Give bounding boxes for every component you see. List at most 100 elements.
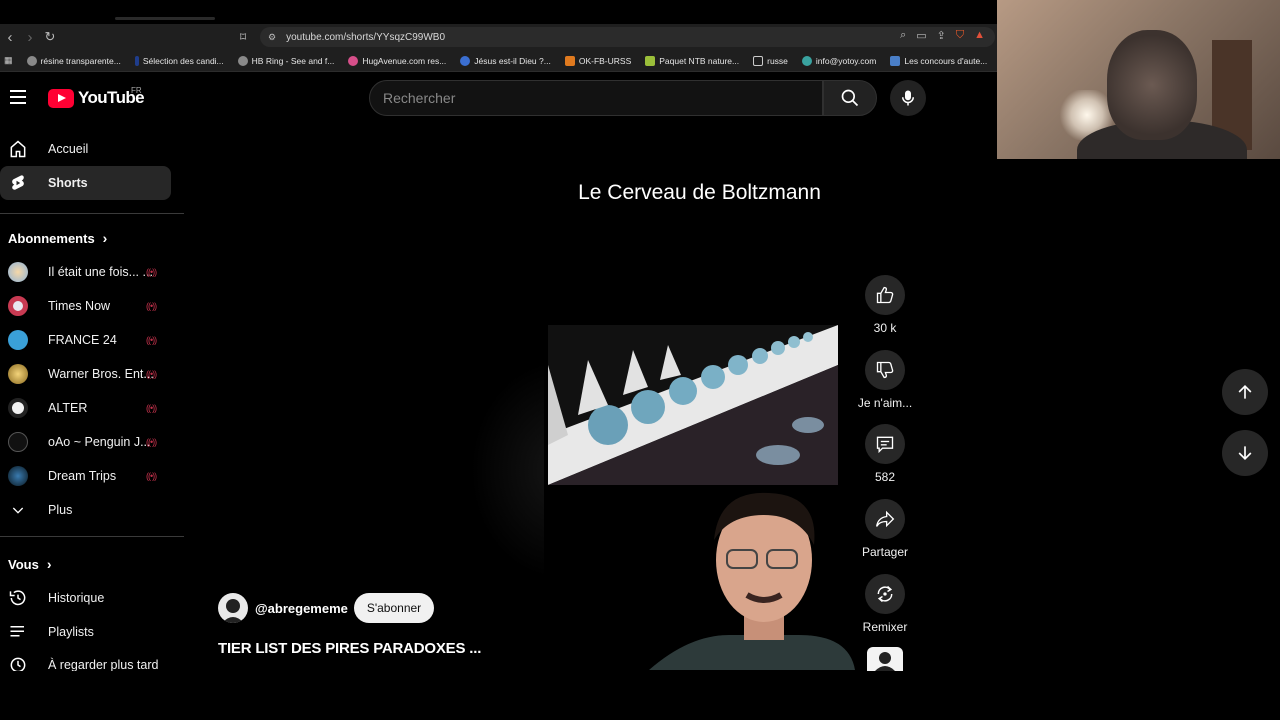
subscription-item[interactable]: Times Now ((•)) xyxy=(0,289,171,323)
sidebar-item-label: Historique xyxy=(48,591,105,605)
live-icon: ((•)) xyxy=(146,403,157,413)
reload-icon[interactable]: ↻ xyxy=(40,29,60,45)
tab-indicator[interactable] xyxy=(115,17,215,20)
boltzmann-brains-image xyxy=(548,325,838,485)
you-heading[interactable]: Vous › xyxy=(8,556,52,572)
share-button[interactable] xyxy=(865,499,905,539)
comments-button[interactable] xyxy=(865,424,905,464)
sidebar-item-label: Playlists xyxy=(48,625,94,639)
sidebar-item-shorts[interactable]: Shorts xyxy=(0,166,171,200)
subscription-label: ALTER xyxy=(48,401,88,415)
voice-search-button[interactable] xyxy=(890,80,926,116)
site-info-icon[interactable]: ⚙ xyxy=(268,32,276,43)
share-icon xyxy=(876,510,895,528)
subscriptions-heading[interactable]: Abonnements › xyxy=(8,230,107,246)
bookmark-favicon-icon xyxy=(801,55,812,66)
arrow-up-icon xyxy=(1238,384,1252,399)
bookmark-item[interactable]: Jésus est-il Dieu ?... xyxy=(460,55,551,66)
youtube-logo[interactable]: YouTube xyxy=(48,88,145,108)
bookmark-label: Paquet NTB nature... xyxy=(659,55,740,66)
sidebar: Accueil Shorts Abonnements › Il était un… xyxy=(0,132,184,673)
channel-avatar xyxy=(8,364,28,384)
remix-label: Remixer xyxy=(862,620,908,634)
bookmark-item[interactable]: russe xyxy=(753,55,788,66)
previous-short-button[interactable] xyxy=(1222,369,1268,415)
bookmark-item[interactable]: OK-FB-URSS xyxy=(564,55,632,66)
audio-track-thumbnail[interactable] xyxy=(867,647,903,671)
zoom-icon[interactable]: ⌕ xyxy=(900,29,906,42)
bookmark-item[interactable]: Paquet NTB nature... xyxy=(645,55,740,66)
subscription-label: Times Now xyxy=(48,299,111,313)
subscription-label: FRANCE 24 xyxy=(48,333,117,347)
brave-shield-icon[interactable]: ⛉ xyxy=(956,29,964,42)
sidebar-item-playlists[interactable]: Playlists xyxy=(0,615,171,649)
subscription-item[interactable]: ALTER ((•)) xyxy=(0,391,171,425)
sidebar-divider xyxy=(0,213,184,214)
video-overlay-title: Le Cerveau de Boltzmann xyxy=(578,181,821,204)
bookmark-label: Sélection des candi... xyxy=(142,55,224,66)
channel-name[interactable]: @abregememe xyxy=(255,601,348,616)
arrow-down-icon xyxy=(1238,446,1252,461)
apps-icon[interactable]: ▦ xyxy=(4,55,13,66)
bookmark-item[interactable]: HB Ring - See and f... xyxy=(237,55,334,66)
subscription-item[interactable]: oAo ~ Penguin J... ((•)) xyxy=(0,425,171,459)
shorts-icon xyxy=(8,173,28,193)
subscription-item[interactable]: Warner Bros. Ent... ((•)) xyxy=(0,357,171,391)
remix-button[interactable] xyxy=(865,574,905,614)
next-short-button[interactable] xyxy=(1222,430,1268,476)
chevron-right-icon: › xyxy=(46,556,52,572)
channel-avatar xyxy=(8,262,28,282)
cast-icon[interactable]: ▭ xyxy=(916,29,926,42)
channel-avatar xyxy=(8,432,28,452)
menu-icon[interactable] xyxy=(10,90,26,104)
share-label: Partager xyxy=(861,545,909,559)
dislike-button[interactable] xyxy=(865,350,905,390)
short-video-player[interactable]: Le Cerveau de Boltzmann xyxy=(544,130,855,670)
bookmark-item[interactable]: résine transparente... xyxy=(26,55,121,66)
sidebar-divider xyxy=(0,536,184,537)
remix-action: Remixer xyxy=(857,574,913,634)
bookmark-label: OK-FB-URSS xyxy=(578,55,632,66)
search-input[interactable] xyxy=(383,90,822,106)
remix-icon xyxy=(877,585,893,603)
sidebar-item-watch-later[interactable]: À regarder plus tard xyxy=(0,649,171,673)
sidebar-item-history[interactable]: Historique xyxy=(0,581,171,615)
subscription-item[interactable]: FRANCE 24 ((•)) xyxy=(0,323,171,357)
like-action: 30 k xyxy=(857,275,913,335)
bookmark-item[interactable]: Sélection des candi... xyxy=(134,55,224,66)
bookmark-label: info@yotoy.com xyxy=(815,55,877,66)
bookmark-label: Les concours d'aute... xyxy=(904,55,988,66)
sidebar-item-home[interactable]: Accueil xyxy=(0,132,171,166)
sidebar-item-label: À regarder plus tard xyxy=(48,658,159,672)
live-icon: ((•)) xyxy=(146,437,157,447)
subscriptions-title: Abonnements xyxy=(8,230,95,246)
bookmark-label: Jésus est-il Dieu ?... xyxy=(474,55,551,66)
brave-rewards-icon[interactable]: ▲ xyxy=(974,29,985,42)
creator-face-image xyxy=(649,485,855,670)
home-icon xyxy=(8,139,28,159)
comment-icon xyxy=(876,436,894,454)
search-button[interactable] xyxy=(823,80,877,116)
bookmark-favicon-icon xyxy=(237,55,248,66)
forward-icon[interactable]: › xyxy=(20,29,40,46)
bookmark-item[interactable]: info@yotoy.com xyxy=(801,55,877,66)
subscribe-button[interactable]: S'abonner xyxy=(354,593,434,623)
bookmark-page-icon[interactable]: ⌑ xyxy=(240,30,246,44)
channel-avatar[interactable] xyxy=(218,593,248,623)
subscription-item[interactable]: Il était une fois... ... ((•)) xyxy=(0,255,171,289)
back-icon[interactable]: ‹ xyxy=(0,29,20,46)
live-icon: ((•)) xyxy=(146,335,157,345)
like-button[interactable] xyxy=(865,275,905,315)
bookmark-item[interactable]: HugAvenue.com res... xyxy=(348,55,446,66)
sidebar-item-label: Plus xyxy=(48,503,73,517)
live-icon: ((•)) xyxy=(146,369,157,379)
subscription-label: oAo ~ Penguin J... xyxy=(48,435,151,449)
subscription-item[interactable]: Dream Trips ((•)) xyxy=(0,459,171,493)
subscription-label: Dream Trips xyxy=(48,469,117,483)
sidebar-item-more[interactable]: Plus xyxy=(0,493,171,527)
bookmark-item[interactable]: Les concours d'aute... xyxy=(890,55,988,66)
dislike-label: Je n'aim... xyxy=(857,396,913,410)
short-title[interactable]: TIER LIST DES PIRES PARADOXES ... xyxy=(218,640,481,657)
address-bar[interactable]: ⚙ youtube.com/shorts/YYsqzC99WB0 ⌕ ▭ ⇪ ⛉… xyxy=(260,27,995,47)
share-page-icon[interactable]: ⇪ xyxy=(937,29,946,42)
